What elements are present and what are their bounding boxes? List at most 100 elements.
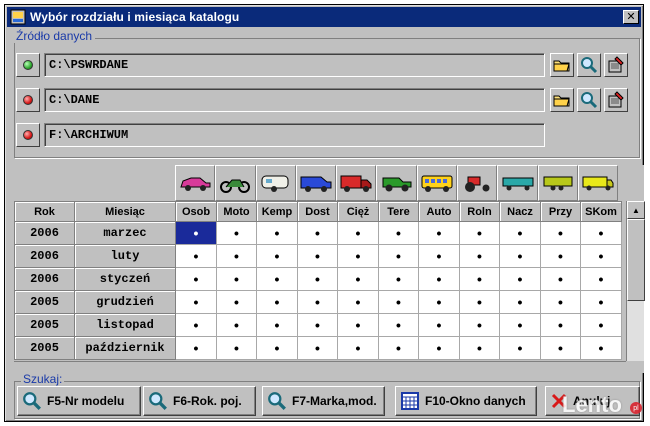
availability-cell[interactable]: •	[216, 336, 257, 360]
availability-cell[interactable]: •	[216, 244, 257, 268]
availability-cell[interactable]: •	[459, 290, 500, 314]
availability-cell[interactable]: •	[297, 244, 338, 268]
column-header[interactable]: Dost	[297, 201, 338, 222]
availability-cell[interactable]: •	[256, 244, 298, 268]
table-row[interactable]: 2006 luty • • • • • • • • • • •	[14, 244, 622, 268]
month-cell[interactable]: luty	[74, 244, 176, 268]
availability-cell[interactable]: •	[459, 267, 500, 291]
vehicle-column-header[interactable]	[416, 165, 458, 201]
availability-cell[interactable]: •	[378, 313, 419, 337]
availability-cell[interactable]: •	[216, 221, 257, 245]
availability-cell[interactable]: •	[459, 221, 500, 245]
source-path-field[interactable]: C:\PSWRDANE	[44, 53, 545, 77]
vehicle-column-header[interactable]	[255, 165, 296, 201]
availability-cell[interactable]: •	[216, 290, 257, 314]
month-cell[interactable]: listopad	[74, 313, 176, 337]
availability-cell[interactable]: •	[297, 290, 338, 314]
availability-cell[interactable]: •	[378, 244, 419, 268]
year-cell[interactable]: 2006	[14, 244, 75, 268]
scroll-up-button[interactable]: ▲	[627, 201, 645, 219]
availability-cell[interactable]: •	[580, 221, 622, 245]
availability-cell[interactable]: •	[297, 221, 338, 245]
availability-cell[interactable]: •	[499, 290, 541, 314]
availability-cell[interactable]: •	[418, 290, 460, 314]
column-header[interactable]: Miesiąc	[74, 201, 176, 222]
open-folder-button[interactable]	[550, 88, 574, 112]
month-cell[interactable]: październik	[74, 336, 176, 360]
vehicle-column-header[interactable]	[376, 165, 417, 201]
source-status-button[interactable]	[16, 53, 40, 77]
availability-cell[interactable]: •	[540, 267, 581, 291]
vehicle-column-header[interactable]	[457, 165, 498, 201]
availability-cell[interactable]: •	[499, 221, 541, 245]
close-button[interactable]: ✕	[623, 10, 639, 24]
column-header[interactable]: Osob	[175, 201, 217, 222]
availability-cell[interactable]: •	[459, 244, 500, 268]
availability-cell[interactable]: •	[297, 267, 338, 291]
availability-cell[interactable]: •	[256, 267, 298, 291]
year-cell[interactable]: 2005	[14, 336, 75, 360]
availability-cell[interactable]: •	[175, 244, 217, 268]
availability-cell[interactable]: •	[418, 336, 460, 360]
availability-cell[interactable]: •	[459, 313, 500, 337]
availability-cell[interactable]: •	[216, 313, 257, 337]
availability-cell[interactable]: •	[540, 244, 581, 268]
search-source-button[interactable]	[577, 88, 601, 112]
source-path-field[interactable]: C:\DANE	[44, 88, 545, 112]
availability-cell[interactable]: •	[175, 267, 217, 291]
availability-cell[interactable]: •	[580, 313, 622, 337]
vehicle-column-header[interactable]	[295, 165, 337, 201]
vehicle-column-header[interactable]	[175, 165, 216, 201]
availability-cell[interactable]: •	[499, 267, 541, 291]
column-header[interactable]: Nacz	[499, 201, 541, 222]
vehicle-column-header[interactable]	[537, 165, 578, 201]
availability-cell[interactable]: •	[540, 221, 581, 245]
availability-cell[interactable]: •	[540, 290, 581, 314]
availability-cell[interactable]: •	[337, 267, 379, 291]
column-header[interactable]: Przy	[540, 201, 581, 222]
year-cell[interactable]: 2005	[14, 290, 75, 314]
availability-cell[interactable]: •	[216, 267, 257, 291]
availability-cell[interactable]: •	[418, 244, 460, 268]
year-cell[interactable]: 2006	[14, 267, 75, 291]
availability-cell[interactable]: •	[337, 221, 379, 245]
open-folder-button[interactable]	[550, 53, 574, 77]
vehicle-column-header[interactable]	[336, 165, 377, 201]
source-status-button[interactable]	[16, 123, 40, 147]
availability-cell[interactable]: •	[499, 313, 541, 337]
edit-source-button[interactable]	[604, 88, 628, 112]
scroll-thumb[interactable]	[627, 219, 645, 301]
availability-cell[interactable]: •	[337, 290, 379, 314]
availability-cell[interactable]: •	[499, 336, 541, 360]
table-row[interactable]: 2005 październik • • • • • • • • • • •	[14, 336, 622, 360]
column-header[interactable]: Kemp	[256, 201, 298, 222]
availability-cell[interactable]: •	[540, 313, 581, 337]
availability-cell[interactable]: •	[418, 267, 460, 291]
vehicle-column-header[interactable]	[215, 165, 256, 201]
year-cell[interactable]: 2006	[14, 221, 75, 245]
f10-data-window-button[interactable]: F10-Okno danych	[395, 386, 537, 416]
column-header[interactable]: Roln	[459, 201, 500, 222]
availability-cell[interactable]: •	[337, 313, 379, 337]
edit-source-button[interactable]	[604, 53, 628, 77]
source-status-button[interactable]	[16, 88, 40, 112]
availability-cell[interactable]: •	[175, 290, 217, 314]
column-header[interactable]: SKom	[580, 201, 622, 222]
vehicle-column-header[interactable]	[497, 165, 538, 201]
availability-cell[interactable]: •	[378, 221, 419, 245]
availability-cell[interactable]: •	[580, 290, 622, 314]
year-cell[interactable]: 2005	[14, 313, 75, 337]
availability-cell[interactable]: •	[580, 267, 622, 291]
f6-year-capacity-button[interactable]: F6-Rok. poj.	[143, 386, 256, 416]
availability-cell[interactable]: •	[378, 336, 419, 360]
month-cell[interactable]: marzec	[74, 221, 176, 245]
availability-cell[interactable]: •	[175, 221, 217, 245]
availability-cell[interactable]: •	[580, 244, 622, 268]
availability-cell[interactable]: •	[378, 267, 419, 291]
availability-cell[interactable]: •	[378, 290, 419, 314]
availability-cell[interactable]: •	[540, 336, 581, 360]
availability-cell[interactable]: •	[499, 244, 541, 268]
availability-cell[interactable]: •	[256, 221, 298, 245]
table-row[interactable]: 2005 grudzień • • • • • • • • • • •	[14, 290, 622, 314]
vertical-scrollbar[interactable]: ▲	[626, 201, 645, 361]
